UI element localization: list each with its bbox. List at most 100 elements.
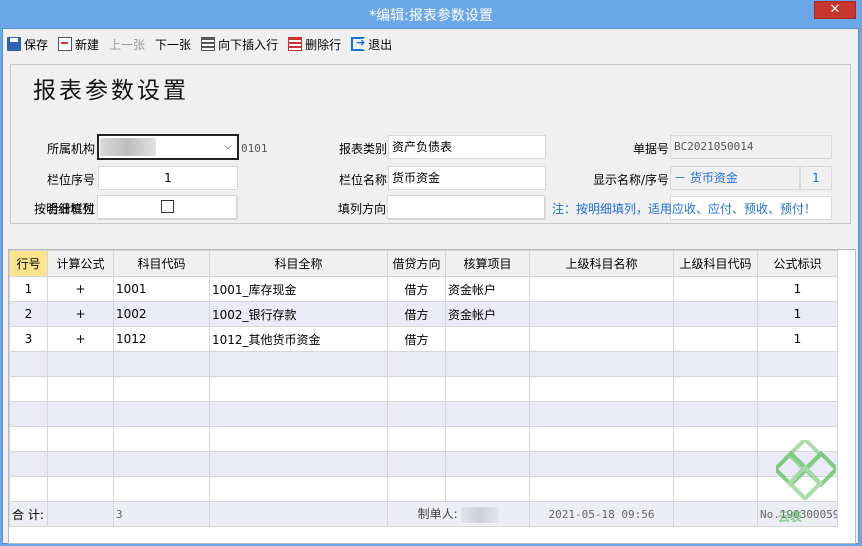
cell-formula-flag[interactable]: 1 — [757, 326, 838, 352]
empty-cell[interactable] — [529, 401, 674, 427]
empty-cell[interactable] — [445, 451, 530, 477]
cell-dr-cr[interactable]: 借方 — [387, 276, 446, 302]
cell-row-no[interactable]: 2 — [9, 301, 48, 327]
cell-account-code[interactable]: 1001 — [113, 276, 210, 302]
cell-formula[interactable]: + — [47, 301, 114, 327]
cell-account-code[interactable]: 1002 — [113, 301, 210, 327]
delete-row-button[interactable]: 删除行 — [288, 34, 341, 54]
empty-cell[interactable] — [47, 401, 114, 427]
close-button[interactable]: ✕ — [814, 1, 856, 19]
empty-cell[interactable] — [209, 401, 388, 427]
empty-cell[interactable] — [673, 401, 758, 427]
empty-cell[interactable] — [209, 451, 388, 477]
cell-formula[interactable]: + — [47, 326, 114, 352]
empty-row[interactable] — [9, 376, 838, 402]
empty-cell[interactable] — [9, 376, 48, 402]
cell-formula-flag[interactable]: 1 — [757, 276, 838, 302]
cell-accounting-item[interactable] — [445, 326, 530, 352]
header-formula[interactable]: 计算公式 — [47, 250, 114, 277]
empty-cell[interactable] — [445, 476, 530, 502]
cell-row-no[interactable]: 1 — [9, 276, 48, 302]
empty-cell[interactable] — [529, 451, 674, 477]
empty-cell[interactable] — [209, 476, 388, 502]
empty-cell[interactable] — [387, 476, 446, 502]
col-name-field[interactable]: 货币资金 — [388, 166, 546, 190]
empty-cell[interactable] — [673, 426, 758, 452]
cell-parent-code[interactable] — [673, 301, 758, 327]
empty-cell[interactable] — [387, 351, 446, 377]
empty-cell[interactable] — [113, 351, 210, 377]
empty-cell[interactable] — [113, 376, 210, 402]
report-type-field[interactable]: 资产负债表 — [388, 135, 546, 159]
cell-row-no[interactable]: 3 — [9, 326, 48, 352]
empty-cell[interactable] — [673, 476, 758, 502]
cell-parent-name[interactable] — [529, 301, 674, 327]
empty-cell[interactable] — [113, 451, 210, 477]
cell-parent-name[interactable] — [529, 276, 674, 302]
empty-cell[interactable] — [757, 351, 838, 377]
empty-cell[interactable] — [209, 426, 388, 452]
header-parent-code[interactable]: 上级科目代码 — [673, 250, 758, 277]
chevron-down-icon[interactable]: ⌵ — [221, 139, 235, 155]
save-button[interactable]: 保存 — [7, 34, 48, 54]
cell-formula-flag[interactable]: 1 — [757, 301, 838, 327]
empty-cell[interactable] — [529, 426, 674, 452]
cell-account-code[interactable]: 1012 — [113, 326, 210, 352]
cell-parent-code[interactable] — [673, 276, 758, 302]
next-button[interactable]: 下一张 — [155, 34, 191, 54]
empty-cell[interactable] — [387, 376, 446, 402]
empty-cell[interactable] — [9, 351, 48, 377]
header-account-name[interactable]: 科目全称 — [209, 250, 388, 277]
cell-parent-name[interactable] — [529, 326, 674, 352]
header-row-no[interactable]: 行号 — [9, 250, 48, 277]
empty-cell[interactable] — [113, 476, 210, 502]
org-select[interactable]: ⌵ — [97, 134, 239, 160]
empty-cell[interactable] — [529, 376, 674, 402]
empty-cell[interactable] — [757, 376, 838, 402]
empty-cell[interactable] — [445, 351, 530, 377]
empty-cell[interactable] — [209, 376, 388, 402]
cell-dr-cr[interactable]: 借方 — [387, 301, 446, 327]
empty-cell[interactable] — [9, 451, 48, 477]
empty-cell[interactable] — [47, 376, 114, 402]
empty-cell[interactable] — [9, 401, 48, 427]
empty-cell[interactable] — [113, 426, 210, 452]
header-accounting-item[interactable]: 核算项目 — [445, 250, 530, 277]
empty-cell[interactable] — [673, 351, 758, 377]
fill-dir-field[interactable] — [387, 195, 545, 219]
empty-cell[interactable] — [445, 401, 530, 427]
cell-account-name[interactable]: 1002_银行存款 — [209, 301, 388, 327]
table-row[interactable]: 3 +1012 1012_其他货币资金 借方 1 — [9, 326, 838, 352]
empty-cell[interactable] — [673, 376, 758, 402]
cell-account-name[interactable]: 1012_其他货币资金 — [209, 326, 388, 352]
empty-cell[interactable] — [47, 476, 114, 502]
empty-row[interactable] — [9, 451, 838, 477]
exit-button[interactable]: 退出 — [351, 34, 392, 54]
empty-row[interactable] — [9, 401, 838, 427]
prev-button[interactable]: 上一张 — [109, 34, 145, 54]
empty-cell[interactable] — [387, 401, 446, 427]
cell-parent-code[interactable] — [673, 326, 758, 352]
header-dr-cr[interactable]: 借贷方向 — [387, 250, 446, 277]
insert-row-button[interactable]: 向下插入行 — [201, 34, 278, 54]
header-account-code[interactable]: 科目代码 — [113, 250, 210, 277]
header-formula-flag[interactable]: 公式标识 — [757, 250, 838, 277]
detail-fill-checkbox[interactable] — [160, 200, 174, 213]
cell-accounting-item[interactable]: 资金帐户 — [445, 276, 530, 302]
empty-cell[interactable] — [47, 451, 114, 477]
header-parent-name[interactable]: 上级科目名称 — [529, 250, 674, 277]
cell-dr-cr[interactable]: 借方 — [387, 326, 446, 352]
empty-cell[interactable] — [757, 401, 838, 427]
table-row[interactable]: 1 +1001 1001_库存现金 借方 资金帐户 1 — [9, 276, 838, 302]
empty-row[interactable] — [9, 351, 838, 377]
table-row[interactable]: 2 +1002 1002_银行存款 借方 资金帐户 1 — [9, 301, 838, 327]
empty-cell[interactable] — [47, 351, 114, 377]
empty-cell[interactable] — [529, 351, 674, 377]
empty-cell[interactable] — [387, 426, 446, 452]
empty-cell[interactable] — [673, 451, 758, 477]
empty-row[interactable] — [9, 426, 838, 452]
empty-cell[interactable] — [9, 426, 48, 452]
empty-cell[interactable] — [529, 476, 674, 502]
empty-cell[interactable] — [445, 376, 530, 402]
empty-cell[interactable] — [9, 476, 48, 502]
